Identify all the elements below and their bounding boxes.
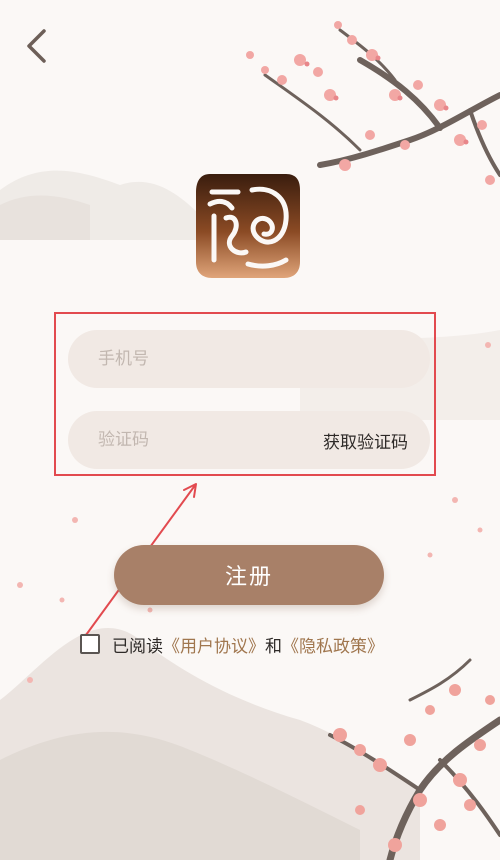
agreement-prefix: 已阅读	[112, 636, 163, 657]
phone-input[interactable]	[96, 348, 408, 370]
code-input[interactable]	[96, 429, 323, 451]
user-agreement-link[interactable]: 《用户协议》	[163, 632, 265, 657]
get-code-button[interactable]: 获取验证码	[323, 428, 408, 453]
agreement-checkbox[interactable]	[80, 634, 100, 654]
back-button[interactable]	[14, 24, 58, 68]
privacy-policy-link[interactable]: 《隐私政策》	[282, 632, 384, 657]
code-field[interactable]: 获取验证码	[68, 411, 430, 469]
agreement-and: 和	[265, 636, 282, 657]
agreement-row: 已阅读 《用户协议》 和 《隐私政策》	[80, 630, 384, 658]
phone-field[interactable]	[68, 330, 430, 388]
register-button[interactable]: 注册	[114, 545, 384, 605]
seal-logo-icon	[192, 170, 304, 282]
chevron-left-icon	[27, 29, 46, 63]
